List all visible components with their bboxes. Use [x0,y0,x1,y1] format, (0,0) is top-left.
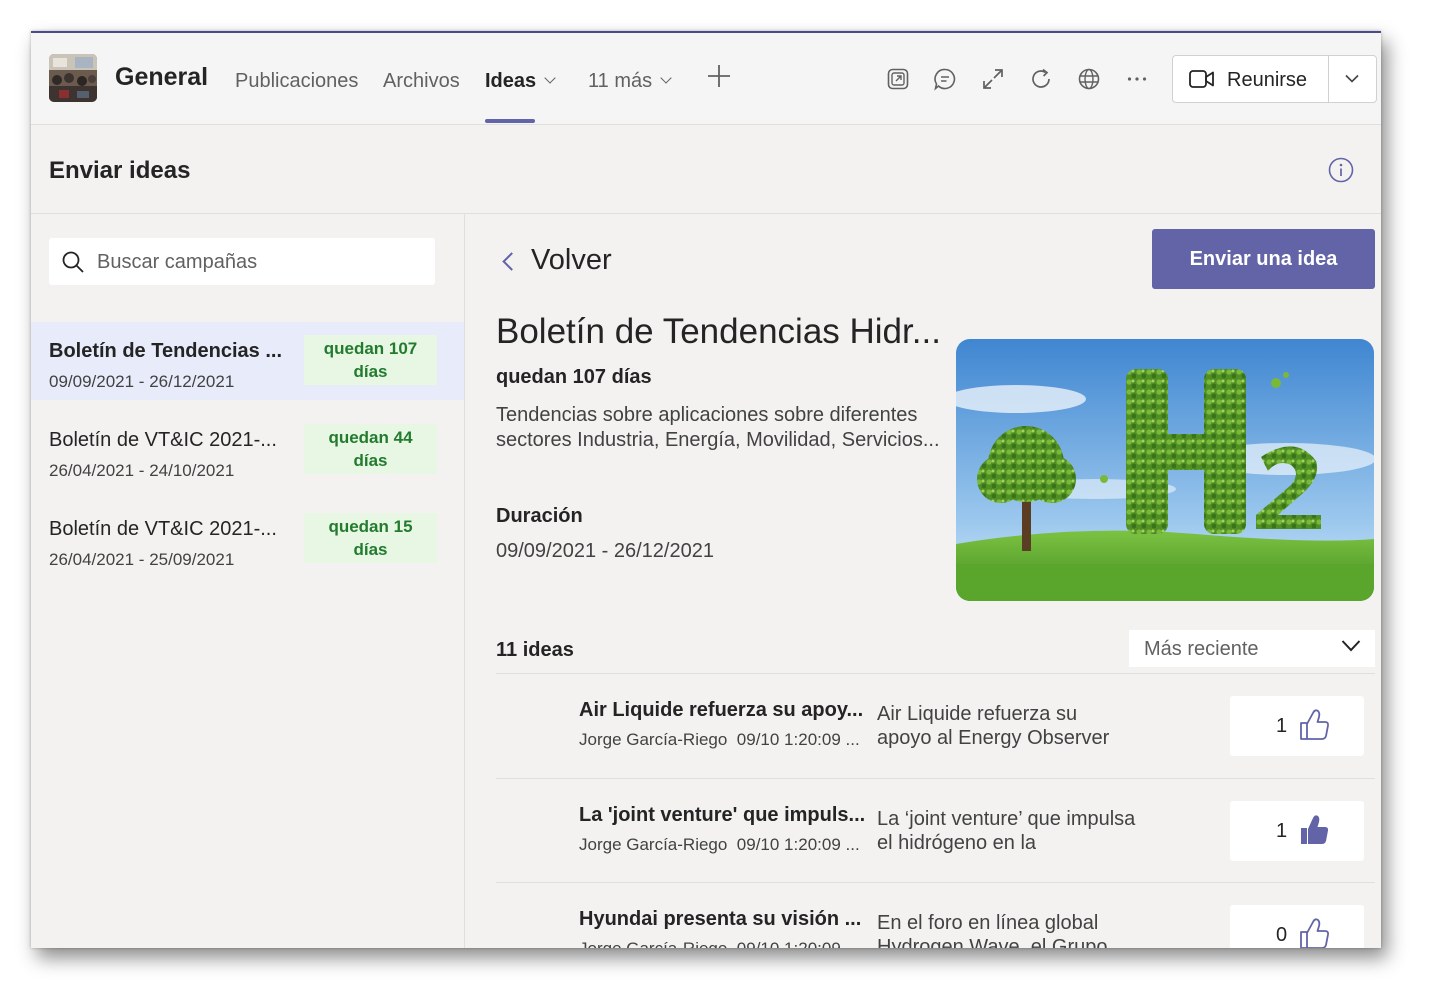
ideas-count: 11 ideas [496,639,574,661]
campaign-title: Boletín de VT&IC 2021-... [49,518,277,540]
page-title: Enviar ideas [49,157,191,184]
sort-dropdown[interactable]: Más reciente [1129,630,1375,667]
duration-value: 09/09/2021 - 26/12/2021 [496,540,714,562]
team-avatar[interactable] [49,54,97,102]
tab-ideas[interactable]: Ideas [485,70,556,93]
back-label: Volver [531,244,612,276]
badge-line: días [353,540,388,559]
days-remaining-badge: quedan 44 días [304,424,437,474]
campaign-dates: 26/04/2021 - 25/09/2021 [49,550,235,569]
video-camera-icon [1189,70,1214,88]
search-icon [62,251,84,273]
campaign-dates: 26/04/2021 - 24/10/2021 [49,461,235,480]
chat-icon[interactable] [933,67,957,91]
campaign-title: Boletín de VT&IC 2021-... [49,429,277,451]
idea-row[interactable]: La 'joint venture' que impuls... Jorge G… [496,779,1375,882]
idea-title: Hyundai presenta su visión ... [579,908,862,930]
add-tab-icon[interactable] [706,63,732,89]
channel-header: General Publicaciones Archivos Ideas 11 … [31,33,1381,125]
tab-more-label: 11 más [588,70,653,92]
idea-author: Jorge García-Riego [579,835,728,854]
idea-date: 09/10 1:20:09 ... [736,835,860,854]
campaign-title: Boletín de Tendencias ... [49,340,283,362]
campaign-dates: 09/09/2021 - 26/12/2021 [49,372,235,391]
teams-window: General Publicaciones Archivos Ideas 11 … [31,31,1381,948]
idea-title: La 'joint venture' que impuls... [579,804,866,826]
idea-title: Air Liquide refuerza su apoy... [579,699,864,721]
idea-excerpt: La ‘joint venture’ que impulsa el hidróg… [877,808,1136,854]
team-name: General [115,63,209,91]
idea-author: Jorge García-Riego [579,730,728,749]
idea-meta: Jorge García-Riego 09/10 1:20:09 ... [579,835,860,855]
chevron-down-icon [1345,74,1359,83]
badge-line: días [353,362,388,381]
campaign-remaining: quedan 107 días [496,366,652,388]
globe-icon[interactable] [1077,67,1101,91]
tab-publicaciones[interactable]: Publicaciones [235,70,358,93]
meet-button[interactable]: Reunirse [1173,56,1328,102]
days-remaining-badge: quedan 15 días [304,513,437,563]
info-icon[interactable] [1328,157,1354,183]
idea-meta: Jorge García-Riego 09/10 1:20:09 ... [579,730,860,750]
meet-dropdown-button[interactable] [1329,56,1376,102]
duration-label: Duración [496,505,583,527]
active-tab-indicator [485,119,535,123]
back-button[interactable]: Volver [497,244,627,278]
tab-more[interactable]: 11 más [588,70,672,93]
idea-excerpt: Air Liquide refuerza su apoyo al Energy … [877,703,1110,749]
tab-ideas-label: Ideas [485,70,537,92]
like-count: 0 [1276,924,1288,946]
like-count: 1 [1276,715,1288,737]
like-button[interactable]: 1 [1230,801,1364,861]
idea-row[interactable]: Hyundai presenta su visión ... Jorge Gar… [496,883,1375,948]
campaign-list-pane: Boletín de Tendencias ... 09/09/2021 - 2… [31,214,465,948]
days-remaining-badge: quedan 107 días [304,335,437,385]
idea-date: 09/10 1:20:09 ... [736,730,860,749]
campaign-item[interactable]: Boletín de Tendencias ... 09/09/2021 - 2… [31,322,464,400]
meet-button-group: Reunirse [1172,55,1377,103]
badge-line: quedan 44 [328,428,413,447]
campaign-item[interactable]: Boletín de VT&IC 2021-... 26/04/2021 - 2… [31,411,464,489]
idea-meta: Jorge García-Riego 09/10 1:20:09 [579,939,841,948]
campaign-detail-title: Boletín de Tendencias Hidr... [496,312,941,351]
thumbs-up-filled-icon [1301,815,1329,844]
idea-excerpt: En el foro en línea global Hydrogen Wave… [877,912,1108,948]
thumbs-up-icon [1300,709,1329,740]
chevron-down-icon [660,72,672,84]
like-button[interactable]: 0 [1230,905,1364,948]
submit-idea-button[interactable]: Enviar una idea [1152,229,1375,289]
campaign-search [49,238,435,285]
chevron-left-icon [502,252,521,271]
like-button[interactable]: 1 [1230,696,1364,756]
sort-value: Más reciente [1144,638,1259,660]
badge-line: quedan 15 [328,517,413,536]
expand-icon[interactable] [981,67,1005,91]
more-options-icon[interactable] [1125,67,1149,91]
campaign-item[interactable]: Boletín de VT&IC 2021-... 26/04/2021 - 2… [31,500,464,578]
meet-label: Reunirse [1227,69,1308,91]
badge-line: días [353,451,388,470]
campaign-image [956,339,1374,601]
idea-date: 09/10 1:20:09 [737,939,841,948]
idea-author: Jorge García-Riego [579,939,727,948]
chevron-down-icon [544,72,556,84]
thumbs-up-icon [1300,918,1329,948]
popout-icon[interactable] [886,67,910,91]
like-count: 1 [1276,820,1288,842]
idea-row[interactable]: Air Liquide refuerza su apoy... Jorge Ga… [496,674,1375,777]
badge-line: quedan 107 [323,339,418,358]
refresh-icon[interactable] [1029,67,1053,91]
search-input[interactable] [95,248,419,277]
tab-archivos[interactable]: Archivos [383,70,460,93]
chevron-down-icon [1341,640,1361,652]
campaign-description: Tendencias sobre aplicaciones sobre dife… [496,404,940,451]
